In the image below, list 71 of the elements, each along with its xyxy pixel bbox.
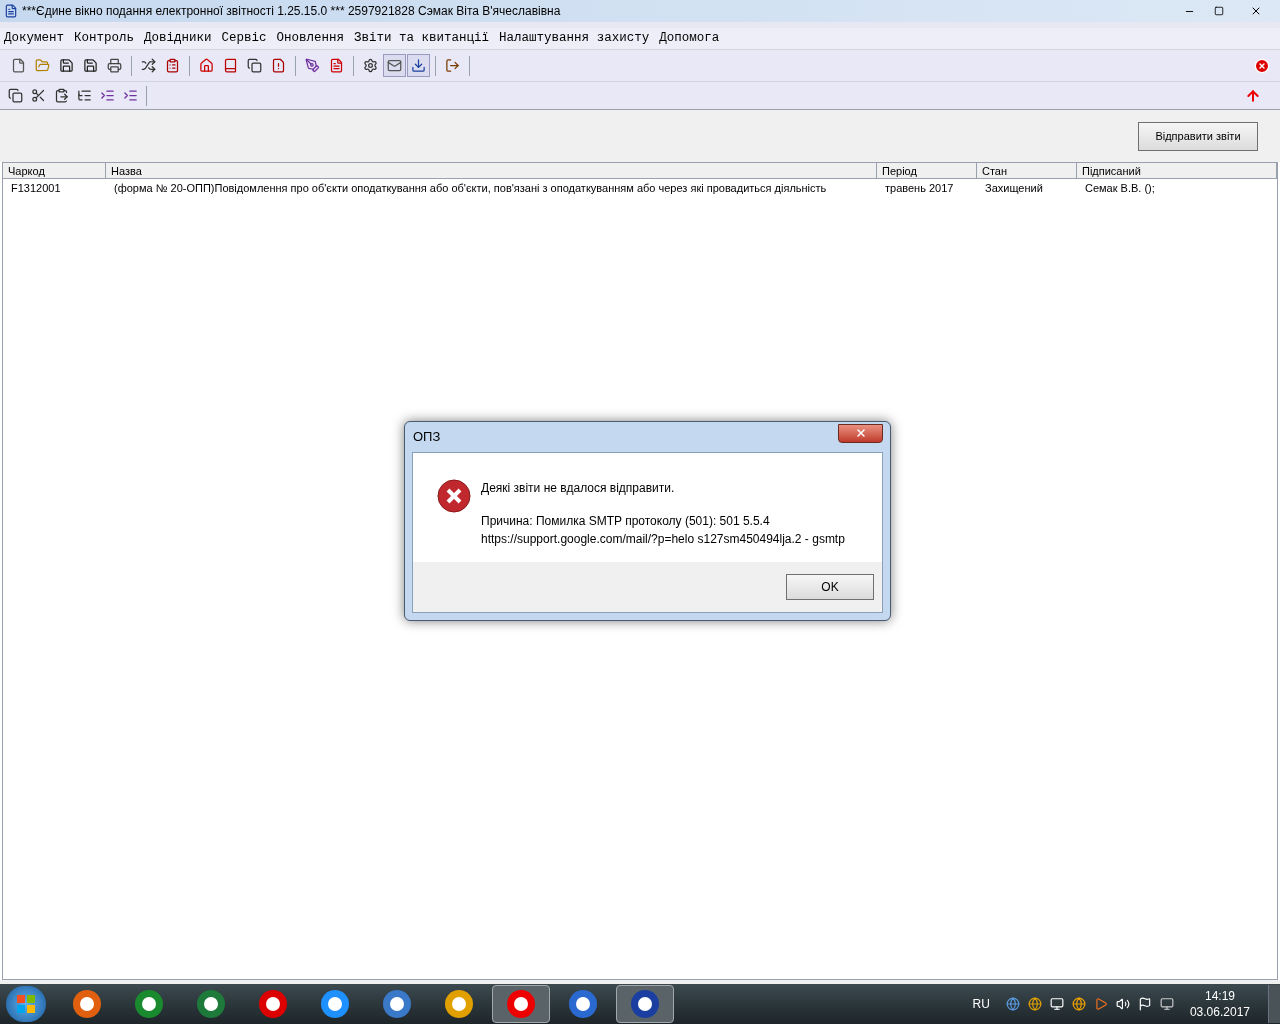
copy-icon [8,88,23,103]
copy-icon [247,58,262,73]
network-icon[interactable] [1049,997,1064,1011]
send-reports-button[interactable]: Відправити звіти [1138,121,1258,151]
app-icon [4,4,18,18]
table-row[interactable]: F1312001 (форма № 20-ОПП)Повідомлення про об'єкти оподаткування або об'єкти, пов'язані з оподаткуванням або через які провадиться діяльність травень 2017 Захищений Семак В.В. (); [3,179,1277,197]
window-title: ***Єдине вікно подання електронної звітності 1.25.15.0 *** 2597921828 Сэмак Віта В'ячеславівна [22,3,562,20]
flag-icon[interactable] [1137,997,1152,1011]
globe-icon[interactable] [1005,997,1020,1011]
taskbar-button[interactable] [492,985,550,1023]
book-icon [223,58,238,73]
column-header[interactable]: Назва [106,163,877,178]
volume-icon[interactable] [1115,997,1130,1011]
clock-time: 14:19 [1204,988,1235,1004]
language-indicator[interactable]: RU [972,995,990,1013]
table-cell-text: (форма № 20-ОПП)Повідомлення про об'єкти оподаткування або об'єкти, пов'язані з оподаткуванням або через які провадиться діяльність [113,181,828,196]
exit-door-icon [445,58,460,73]
play-app-icon[interactable] [1093,997,1108,1011]
document-icon [329,58,344,73]
paste-icon [54,88,69,103]
download-icon [411,58,426,73]
table-cell-text: Захищений [984,181,1044,196]
column-header[interactable]: Стан [977,163,1077,178]
file-icon [11,58,26,73]
error-message: Деякі звіти не вдалося відправити. [481,480,676,497]
document-warning-icon [271,58,286,73]
download-tool-button[interactable] [407,54,430,77]
house-icon [199,58,214,73]
menu-item[interactable]: Звіти та квитанції [354,29,490,48]
menu-item[interactable]: Контроль [74,29,135,48]
scissors-icon [31,88,46,103]
indent-icon [123,88,138,103]
envelope-icon [387,58,402,73]
close-icon [1253,57,1270,74]
error-icon [437,479,471,513]
menu-item[interactable]: Сервіс [221,29,267,48]
start-button[interactable] [6,986,46,1022]
table-cell-text: травень 2017 [884,181,955,196]
windows-logo-icon [17,995,35,1013]
column-header[interactable]: Підписаний [1077,163,1277,178]
save-icon [59,58,74,73]
settings-icon [363,58,378,73]
menu-item[interactable]: Налаштування захисту [499,29,650,48]
taskbar-button[interactable] [616,985,674,1023]
column-header[interactable]: Чаркод [3,163,106,178]
pen-icon [305,58,320,73]
menu-item[interactable]: Оновлення [276,29,345,48]
save-icon [83,58,98,73]
table-cell-text: Семак В.В. (); [1084,181,1156,196]
clock-date: 03.06.2017 [1189,1004,1250,1020]
envelope-tool-button[interactable] [383,54,406,77]
error-reason: Причина: Помилка SMTP протоколу (501): 501 5.5.4 [481,513,771,530]
dialog-title: ОПЗ [412,428,442,447]
folder-icon [35,58,50,73]
clipboard-icon [165,58,180,73]
indent-icon [100,88,115,103]
dialog-close-button[interactable] [838,423,883,443]
ok-button[interactable]: OK [786,574,874,600]
menu-item[interactable]: Документ [4,29,64,48]
menu-item[interactable]: Довідники [144,29,212,48]
shuffle-icon [141,58,156,73]
column-header[interactable]: Період [877,163,977,178]
maximize-icon [1214,6,1224,16]
error-detail: https://support.google.com/mail/?p=helo s127sm450494lja.2 - gsmtp [481,531,845,548]
table-cell-text: F1312001 [10,181,62,196]
menu-item[interactable]: Допомога [659,29,720,48]
clock[interactable]: 14:19 03.06.2017 [1189,988,1250,1020]
tree-icon [77,88,92,103]
printer-icon [107,58,122,73]
close-icon [854,427,867,439]
close-icon [1250,5,1262,17]
